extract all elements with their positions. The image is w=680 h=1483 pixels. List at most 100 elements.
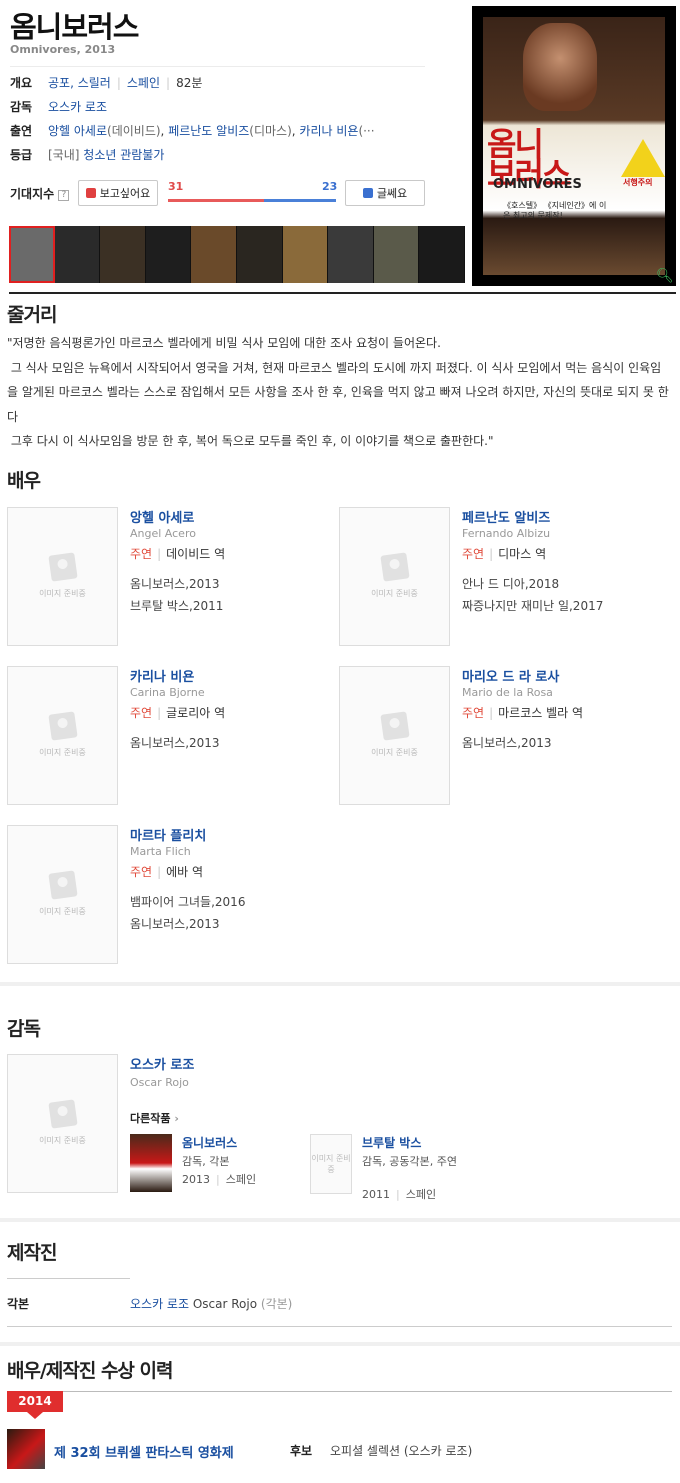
- divider: [10, 66, 425, 67]
- other-works-link[interactable]: 다른작품 ›: [130, 1110, 179, 1126]
- director-en-name: Oscar Rojo: [130, 1076, 189, 1089]
- actor-photo-placeholder: 이미지 준비중: [339, 666, 450, 805]
- image-placeholder-icon: [379, 711, 410, 741]
- director-row: 감독 오스카 로조: [10, 98, 107, 116]
- country-link[interactable]: 스페인: [127, 76, 160, 90]
- actor-photo-placeholder: 이미지 준비중: [7, 825, 118, 964]
- crew-role-label: 각본: [7, 1297, 30, 1311]
- cast-link-1[interactable]: 앙헬 아세로: [48, 124, 107, 138]
- award-festival-link[interactable]: 제 32회 브뤼셀 판타스틱 영화제: [54, 1442, 234, 1461]
- section-divider: [0, 982, 680, 986]
- work-poster-1[interactable]: [130, 1134, 172, 1192]
- want-button[interactable]: 보고싶어요: [78, 180, 158, 206]
- director-heading: 감독: [7, 1018, 41, 1040]
- poster[interactable]: 옴니 보러스 OMNIVORES 《호스텔》 《지네인간》에 이은 최고의 문제작…: [472, 6, 676, 286]
- actor-filmography-item[interactable]: 짜증나지만 재미난 일,2017: [462, 597, 603, 614]
- divider: [7, 1326, 672, 1327]
- actor-card[interactable]: 이미지 준비중 카리나 비욘 Carina Bjorne 주연 | 글로리아 역 옴니보러스…: [7, 666, 327, 806]
- magnifier-icon[interactable]: 🔍︎: [656, 268, 674, 284]
- want-label: 보고싶어요: [99, 187, 151, 200]
- crew-name-link[interactable]: 오스카 로조: [130, 1297, 189, 1311]
- section-divider: [9, 292, 676, 294]
- award-detail: 오피셜 셀렉션 (오스카 로조): [330, 1444, 473, 1458]
- actor-photo-placeholder: 이미지 준비중: [339, 507, 450, 646]
- cast-label: 출연: [10, 124, 33, 138]
- synopsis-heading: 줄거리: [7, 304, 57, 326]
- actor-card[interactable]: 이미지 준비중 페르난도 알비즈 Fernando Albizu 주연 | 디마스 역안나…: [339, 507, 659, 647]
- still-thumbnail[interactable]: [236, 226, 283, 283]
- image-placeholder-icon: [379, 552, 410, 582]
- rating-link[interactable]: 청소년 관람불가: [83, 148, 164, 162]
- still-thumbnail[interactable]: [419, 226, 465, 283]
- still-thumbnail[interactable]: [145, 226, 192, 283]
- movie-subtitle: Omnivores, 2013: [10, 43, 116, 56]
- director-link[interactable]: 오스카 로조: [48, 100, 107, 114]
- actor-en-name: Angel Acero: [130, 527, 196, 540]
- meh-button[interactable]: 글쎄요: [345, 180, 425, 206]
- section-divider: [0, 1342, 680, 1346]
- actor-name[interactable]: 마리오 드 라 로사: [462, 666, 559, 685]
- actor-filmography-item[interactable]: 옴니보러스,2013: [130, 575, 220, 592]
- meh-label: 글쎄요: [376, 187, 408, 200]
- poster-face: [523, 23, 597, 111]
- actor-filmography-item[interactable]: 옴니보러스,2013: [130, 915, 220, 932]
- actor-filmography-item[interactable]: 옴니보러스,2013: [130, 734, 220, 751]
- movie-detail-page: 옴니보러스 Omnivores, 2013 개요 공포, 스릴러 | 스페인 | 82분 …: [0, 0, 680, 1483]
- actor-role: 주연 | 데이비드 역: [130, 547, 226, 561]
- still-thumbnail[interactable]: [373, 226, 420, 283]
- actor-card[interactable]: 이미지 준비중 마르타 플리치 Marta Flich 주연 | 에바 역 뱀파이어 그녀들…: [7, 825, 327, 965]
- cast-link-3[interactable]: 카리나 비욘: [299, 124, 358, 138]
- actor-photo-placeholder: 이미지 준비중: [7, 507, 118, 646]
- image-placeholder-icon: [47, 1099, 78, 1129]
- still-thumbnail[interactable]: [282, 226, 329, 283]
- award-poster[interactable]: [7, 1429, 45, 1469]
- poster-tagline: 《호스텔》 《지네인간》에 이은 최고의 문제작!: [503, 201, 607, 220]
- actor-filmography-item[interactable]: 옴니보러스,2013: [462, 734, 552, 751]
- actor-filmography-item[interactable]: 브루탈 박스,2011: [130, 597, 223, 614]
- actor-filmography-item[interactable]: 뱀파이어 그녀들,2016: [130, 893, 245, 910]
- still-thumbnail[interactable]: [9, 226, 55, 283]
- actor-en-name: Mario de la Rosa: [462, 686, 553, 699]
- thumbs-down-icon: [362, 188, 373, 198]
- actor-name[interactable]: 카리나 비욘: [130, 666, 194, 685]
- crew-role: (각본): [260, 1297, 293, 1311]
- help-icon[interactable]: ?: [58, 190, 70, 201]
- rating-row: 등급 [국내] 청소년 관람불가: [10, 146, 164, 164]
- synopsis-text: "저명한 음식평론가인 마르코스 벨라에게 비밀 식사 모임에 대한 조사 요청…: [7, 336, 669, 449]
- actor-role: 주연 | 디마스 역: [462, 547, 547, 561]
- still-thumbnail[interactable]: [328, 226, 374, 283]
- work-meta-2: 2011 | 스페인: [362, 1188, 437, 1201]
- work-role-2: 감독, 공동각본, 주연: [362, 1155, 457, 1168]
- still-thumbnail[interactable]: [100, 226, 146, 283]
- cast-row: 출연 앙헬 아세로(데이비드), 페르난도 알비즈(디마스), 카리나 비욘(··…: [10, 124, 375, 138]
- actor-card[interactable]: 이미지 준비중 마리오 드 라 로사 Mario de la Rosa 주연 | 마르코스…: [339, 666, 659, 806]
- actor-filmography-item[interactable]: 안나 드 디아,2018: [462, 575, 559, 592]
- genre-link[interactable]: 공포, 스릴러: [48, 76, 111, 90]
- actor-name[interactable]: 앙헬 아세로: [130, 507, 194, 526]
- actor-name[interactable]: 마르타 플리치: [130, 825, 206, 844]
- work-poster-2-placeholder[interactable]: 이미지 준비중: [310, 1134, 352, 1194]
- still-thumbnail[interactable]: [191, 226, 237, 283]
- thumbs-up-icon: [85, 188, 96, 198]
- expectation-label: 기대지수 ?: [10, 185, 70, 202]
- work-title-2[interactable]: 브루탈 박스: [362, 1134, 421, 1151]
- work-title-1[interactable]: 옴니보러스: [182, 1134, 237, 1151]
- crew-en-name: Oscar Rojo: [192, 1297, 258, 1311]
- actor-role: 주연 | 마르코스 벨라 역: [462, 706, 584, 720]
- actor-role: 주연 | 에바 역: [130, 865, 204, 879]
- director-photo-placeholder: 이미지 준비중: [7, 1054, 118, 1193]
- actor-name[interactable]: 페르난도 알비즈: [462, 507, 550, 526]
- cast-role-1: (데이비드): [107, 124, 161, 138]
- still-thumbnail[interactable]: [54, 226, 101, 283]
- actor-en-name: Fernando Albizu: [462, 527, 551, 540]
- divider: [7, 1278, 130, 1279]
- rating-label: 등급: [10, 148, 33, 162]
- actor-card[interactable]: 이미지 준비중 앙헬 아세로 Angel Acero 주연 | 데이비드 역옴니보러스,2…: [7, 507, 327, 647]
- stills-strip[interactable]: [9, 226, 465, 283]
- warning-icon: [621, 139, 665, 177]
- director-name[interactable]: 오스카 로조: [130, 1054, 194, 1073]
- cast-role-2: (디마스): [249, 124, 292, 138]
- crew-entry: 오스카 로조 Oscar Rojo (각본): [130, 1295, 292, 1312]
- cast-link-2[interactable]: 페르난도 알비즈: [168, 124, 249, 138]
- work-meta-1: 2013 | 스페인: [182, 1173, 257, 1186]
